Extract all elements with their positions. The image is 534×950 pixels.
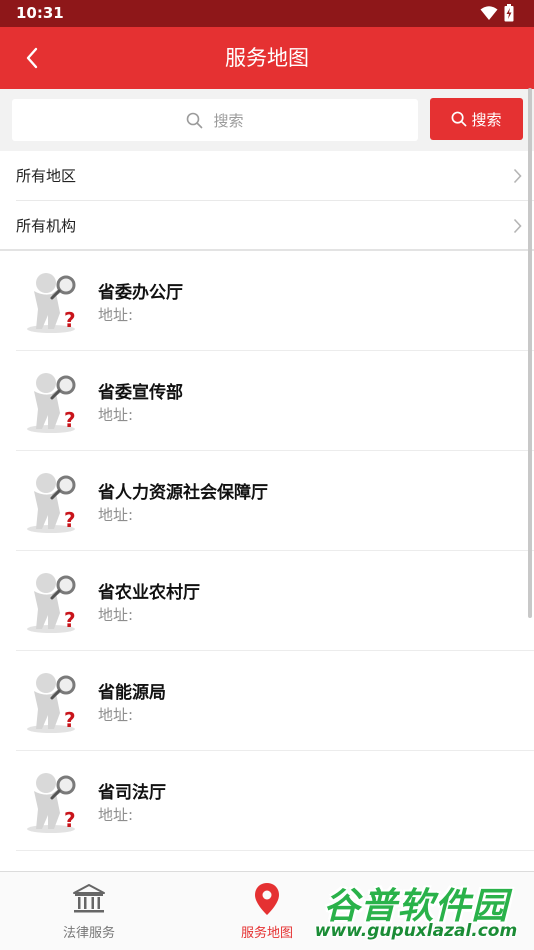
chevron-right-icon (513, 218, 522, 234)
scrollbar[interactable] (528, 88, 532, 618)
organization-address: 地址: (98, 506, 134, 524)
map-pin-icon (255, 883, 279, 915)
unknown-figure-icon: ? (27, 473, 76, 533)
wifi-icon (480, 6, 498, 20)
list-item[interactable]: ? 省委办公厅 地址: (16, 251, 534, 351)
filter-institution[interactable]: 所有机构 (0, 201, 534, 251)
list-item[interactable]: ? 省人力资源社会保障厅 地址: (16, 451, 534, 551)
nav-legal-service-label: 法律服务 (62, 926, 115, 941)
list-item[interactable]: ? 省委宣传部 地址: (16, 351, 534, 451)
svg-text:?: ? (64, 708, 76, 732)
back-button[interactable] (14, 41, 50, 75)
unknown-figure-icon: ? (27, 573, 76, 633)
filter-region[interactable]: 所有地区 (0, 151, 534, 201)
filter-region-label: 所有地区 (16, 167, 77, 185)
svg-text:?: ? (64, 608, 76, 632)
unknown-figure-icon: ? (27, 773, 76, 833)
courthouse-icon (73, 884, 105, 913)
organization-name: 省委办公厅 (98, 283, 183, 303)
status-time: 10:31 (16, 4, 64, 22)
organization-name: 省农业农村厅 (98, 583, 200, 603)
organization-list: ? 省委办公厅 地址: ? 省委宣传部 地址: ? 省人力资源社会保障厅 地址: (0, 251, 534, 851)
organization-name: 省能源局 (98, 683, 166, 703)
status-bar: 10:31 (0, 0, 534, 27)
chevron-right-icon (513, 168, 522, 184)
organization-address: 地址: (98, 706, 134, 724)
search-input[interactable]: 搜索 (12, 99, 418, 141)
page-title: 服务地图 (225, 46, 309, 70)
organization-address: 地址: (98, 606, 134, 624)
organization-name: 省委宣传部 (98, 383, 183, 403)
svg-text:?: ? (64, 508, 76, 532)
organization-address: 地址: (98, 306, 134, 324)
list-item[interactable]: ? 省能源局 地址: (16, 651, 534, 751)
organization-address: 地址: (98, 806, 134, 824)
svg-text:?: ? (64, 408, 76, 432)
search-area: 搜索 搜索 (0, 89, 534, 151)
organization-name: 省人力资源社会保障厅 (98, 483, 268, 503)
svg-text:?: ? (64, 308, 76, 332)
organization-address: 地址: (98, 406, 134, 424)
search-button-label: 搜索 (471, 110, 502, 129)
battery-charging-icon (504, 4, 514, 22)
svg-text:?: ? (64, 808, 76, 832)
chevron-left-icon (26, 47, 38, 69)
app-bar: 服务地图 (0, 27, 534, 89)
list-item[interactable]: ? 省司法厅 地址: (16, 751, 534, 851)
search-icon (452, 111, 467, 127)
unknown-figure-icon: ? (27, 273, 76, 333)
search-button[interactable]: 搜索 (430, 98, 523, 140)
status-icons (480, 4, 520, 22)
search-placeholder: 搜索 (213, 111, 244, 130)
list-item[interactable]: ? 省农业农村厅 地址: (16, 551, 534, 651)
nav-legal-service[interactable]: 法律服务 (0, 872, 178, 950)
unknown-figure-icon: ? (27, 373, 76, 433)
search-icon (187, 112, 203, 128)
organization-name: 省司法厅 (98, 783, 166, 803)
watermark: 谷普软件园 www.gupuxlazal.com (300, 875, 532, 947)
unknown-figure-icon: ? (27, 673, 76, 733)
watermark-url: www.gupuxlazal.com (314, 921, 518, 941)
filter-institution-label: 所有机构 (16, 217, 77, 235)
